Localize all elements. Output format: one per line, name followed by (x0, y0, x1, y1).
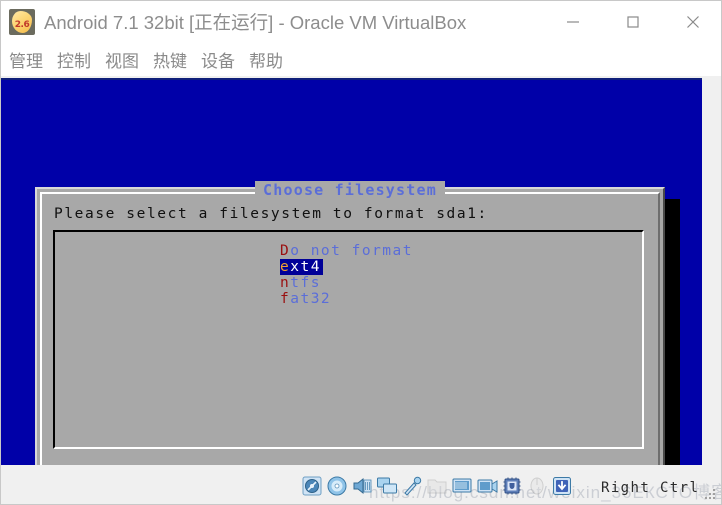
dialog-title: Choose filesystem (42, 181, 658, 199)
window-titlebar: 2.6 Android 7.1 32bit [正在运行] - Oracle VM… (1, 1, 721, 43)
list-item-fat32[interactable]: fat32 (280, 291, 331, 307)
usb-icon[interactable] (401, 475, 423, 497)
menu-item-view[interactable]: 视图 (105, 47, 139, 72)
close-button[interactable] (663, 1, 721, 43)
maximize-button[interactable] (603, 1, 663, 43)
recording-icon[interactable] (476, 475, 498, 497)
menu-item-manage[interactable]: 管理 (9, 47, 43, 72)
vm-display-viewport[interactable]: Choose filesystem Please select a filesy… (1, 78, 702, 465)
resize-grip[interactable] (705, 489, 715, 499)
host-key-label: Right Ctrl (601, 480, 700, 496)
choose-filesystem-dialog: Choose filesystem Please select a filesy… (35, 181, 665, 465)
display-icon[interactable] (451, 475, 473, 497)
caption-buttons (543, 1, 721, 43)
menu-item-devices[interactable]: 设备 (201, 47, 235, 72)
vm-screen-top-strip (1, 78, 702, 80)
vm-icon-version-text: 2.6 (14, 20, 30, 30)
window-title: Android 7.1 32bit [正在运行] - Oracle VM Vir… (44, 12, 467, 33)
audio-icon[interactable] (351, 475, 373, 497)
menubar: 管理 控制 视图 热键 设备 帮助 (1, 43, 721, 76)
mouse-icon[interactable] (526, 475, 548, 497)
optical-disk-icon[interactable] (326, 475, 348, 497)
host-key-icon[interactable] (551, 475, 573, 497)
dialog-title-text: Choose filesystem (255, 181, 445, 199)
list-item-label: at32 (290, 291, 332, 307)
list-item-row: Do not format (280, 240, 413, 259)
virtualbox-vm-icon: 2.6 (9, 9, 35, 35)
list-item-row: ntfs (280, 272, 413, 291)
minimize-button[interactable] (543, 1, 603, 43)
shared-folders-icon[interactable] (426, 475, 448, 497)
virtualization-icon[interactable] (501, 475, 523, 497)
list-item-row: fat32 (280, 288, 413, 307)
filesystem-listbox[interactable]: Do not format ext4 ntfs fat32 (53, 230, 644, 449)
statusbar-icon-group (301, 475, 573, 497)
menu-item-help[interactable]: 帮助 (249, 47, 283, 72)
hard-disk-icon[interactable] (301, 475, 323, 497)
virtualbox-window: 2.6 Android 7.1 32bit [正在运行] - Oracle VM… (0, 0, 722, 505)
filesystem-list: Do not format ext4 ntfs fat32 (280, 240, 413, 307)
dialog-inner-frame: Choose filesystem Please select a filesy… (40, 181, 660, 465)
dialog-prompt-text: Please select a filesystem to format sda… (54, 206, 488, 222)
network-icon[interactable] (376, 475, 398, 497)
list-item-hotkey: f (280, 291, 291, 307)
menu-item-control[interactable]: 控制 (57, 47, 91, 72)
menu-item-hotkeys[interactable]: 热键 (153, 47, 187, 72)
